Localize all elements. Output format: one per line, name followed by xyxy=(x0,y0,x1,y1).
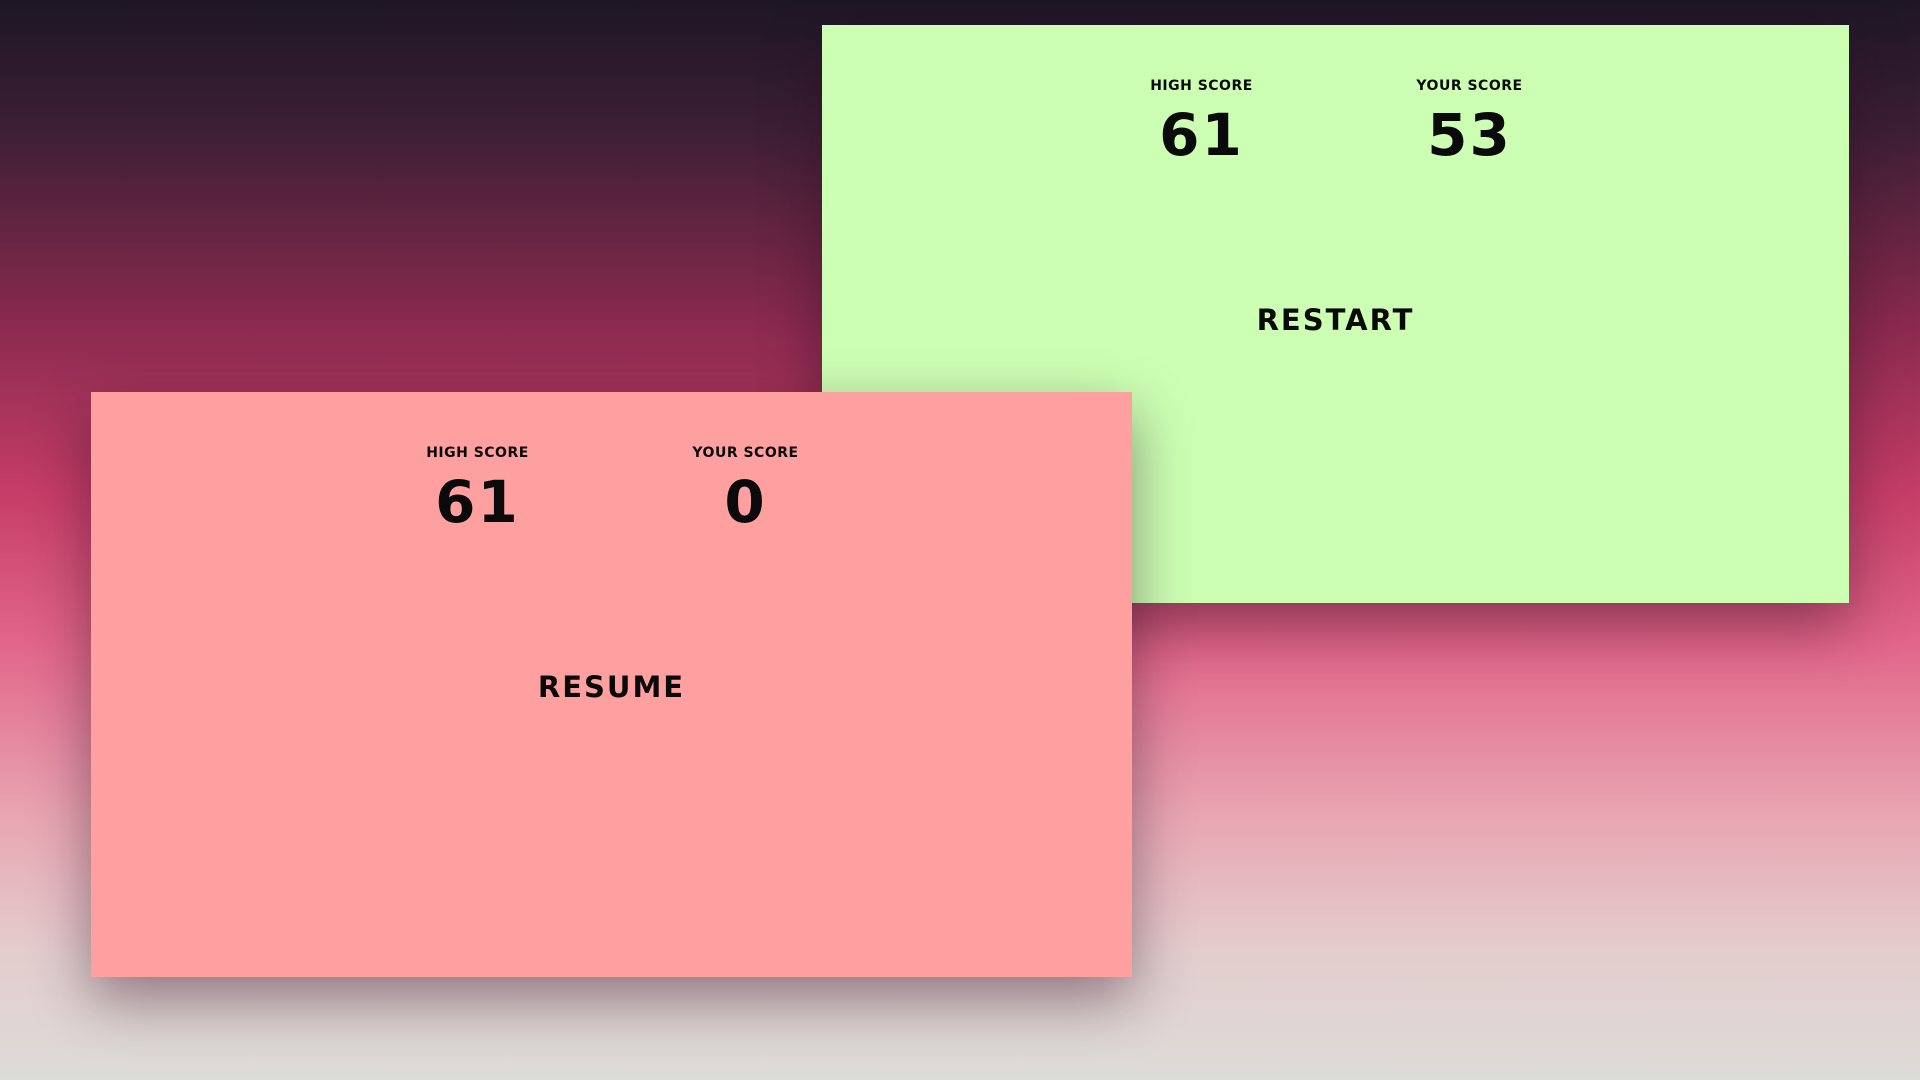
restart-high-score: HIGH SCORE 61 xyxy=(1127,77,1277,167)
resume-scoreboard: HIGH SCORE 61 YOUR SCORE 0 xyxy=(91,444,1132,534)
resume-high-score: HIGH SCORE 61 xyxy=(403,444,553,534)
high-score-label: HIGH SCORE xyxy=(426,445,529,461)
restart-your-score: YOUR SCORE 53 xyxy=(1395,77,1545,167)
your-score-label: YOUR SCORE xyxy=(1416,78,1523,94)
high-score-label: HIGH SCORE xyxy=(1150,78,1253,94)
your-score-label: YOUR SCORE xyxy=(692,445,799,461)
resume-your-score: YOUR SCORE 0 xyxy=(671,444,821,534)
restart-scoreboard: HIGH SCORE 61 YOUR SCORE 53 xyxy=(822,77,1849,167)
resume-button[interactable]: RESUME xyxy=(520,664,703,710)
high-score-value: 61 xyxy=(1159,101,1244,169)
resume-panel: HIGH SCORE 61 YOUR SCORE 0 RESUME xyxy=(91,392,1132,977)
high-score-value: 61 xyxy=(435,468,520,536)
your-score-value: 53 xyxy=(1427,101,1512,169)
your-score-value: 0 xyxy=(724,468,767,536)
restart-button[interactable]: RESTART xyxy=(1239,297,1433,343)
